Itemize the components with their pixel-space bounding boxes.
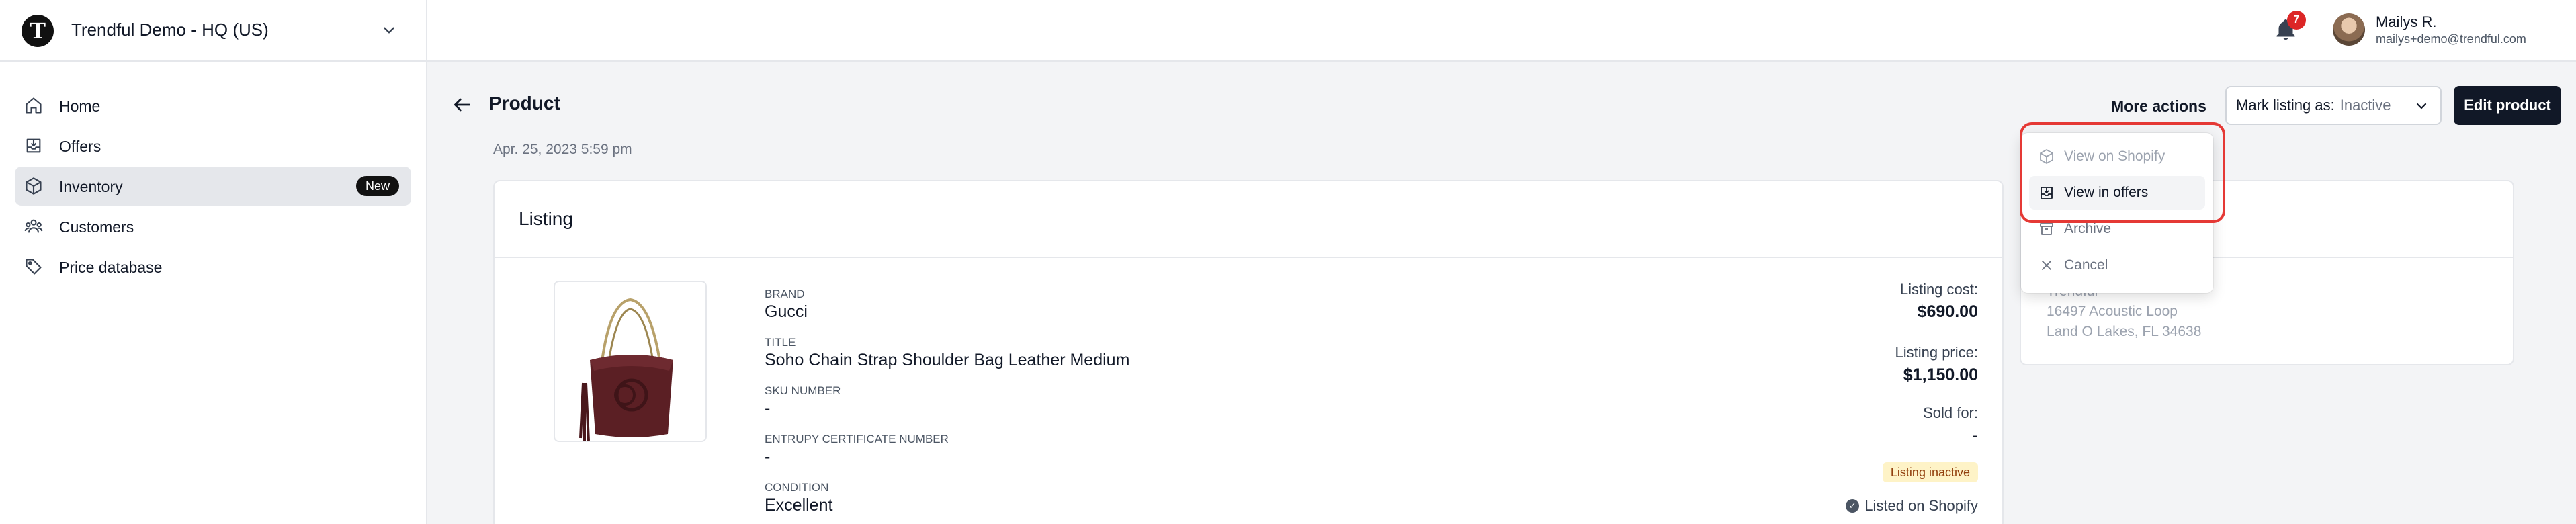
handbag-image	[579, 298, 673, 441]
more-actions-menu: View on Shopify View in offers Archive C…	[2021, 133, 2213, 293]
mark-listing-value: Inactive	[2339, 97, 2391, 114]
sold-for-label: Sold for:	[1923, 404, 1978, 421]
condition-value: Excellent	[765, 496, 833, 515]
product-image[interactable]	[554, 281, 707, 442]
divider	[495, 257, 2002, 258]
sidebar: Home Offers Inventory New Customers Pric…	[0, 62, 427, 524]
new-badge: New	[355, 176, 399, 196]
menu-item-label: Archive	[2064, 221, 2112, 236]
user-name: Mailys R.	[2376, 13, 2437, 30]
sidebar-item-label: Home	[59, 97, 101, 115]
sku-value: -	[765, 399, 771, 418]
notification-badge: 7	[2287, 11, 2306, 30]
tag-icon	[26, 259, 42, 275]
entrupy-label: ENTRUPY CERTIFICATE NUMBER	[765, 433, 949, 445]
archive-icon	[2040, 223, 2053, 235]
sold-for-value: -	[1972, 426, 1978, 445]
sidebar-item-customers[interactable]: Customers	[15, 207, 411, 246]
sidebar-item-label: Inventory	[59, 178, 123, 195]
sidebar-item-label: Offers	[59, 138, 101, 155]
menu-item-label: View in offers	[2064, 185, 2149, 200]
menu-item-label: Cancel	[2064, 257, 2108, 273]
listing-card: Listing BRAND Gucci TITLE Soho Chain Str…	[493, 180, 2004, 524]
listing-cost-label: Listing cost:	[1899, 281, 1978, 298]
check-icon: ✓	[1846, 499, 1860, 513]
page-title: Product	[489, 93, 560, 114]
chevron-down-icon	[2416, 103, 2427, 110]
menu-item-view-on-shopify[interactable]: View on Shopify	[2029, 140, 2205, 173]
address-line-2: Land O Lakes, FL 34638	[2047, 324, 2202, 339]
sku-label: SKU NUMBER	[765, 384, 841, 397]
menu-item-archive[interactable]: Archive	[2029, 212, 2205, 246]
listed-on-shopify: ✓ Listed on Shopify	[1846, 497, 1978, 515]
user-email: mailys+demo@trendful.com	[2376, 32, 2526, 46]
sidebar-item-price-database[interactable]: Price database	[15, 247, 411, 286]
sidebar-item-home[interactable]: Home	[15, 86, 411, 125]
inbox-icon	[2041, 187, 2053, 199]
brand-value: Gucci	[765, 302, 808, 321]
users-icon	[24, 219, 43, 233]
condition-label: CONDITION	[765, 481, 829, 494]
listed-on-label: Listed on Shopify	[1864, 497, 1978, 514]
inbox-icon	[26, 138, 41, 153]
menu-item-cancel[interactable]: Cancel	[2029, 249, 2205, 282]
sidebar-item-inventory[interactable]: Inventory New	[15, 167, 411, 206]
top-bar: T Trendful Demo - HQ (US) 7 Mailys R. ma…	[0, 0, 2576, 62]
mark-listing-label: Mark listing as:	[2236, 97, 2335, 114]
mark-listing-select[interactable]: Mark listing as: Inactive	[2225, 86, 2442, 125]
box-icon	[26, 177, 42, 195]
listing-title: Listing	[519, 208, 573, 229]
org-name: Trendful Demo - HQ (US)	[71, 19, 269, 40]
more-actions-button[interactable]: More actions	[2099, 87, 2219, 125]
chevron-down-icon[interactable]	[380, 21, 398, 39]
cube-icon	[2040, 149, 2053, 164]
menu-item-label: View on Shopify	[2064, 148, 2165, 164]
listing-cost-value: $690.00	[1917, 302, 1978, 321]
close-icon	[2042, 261, 2051, 270]
sidebar-item-label: Customers	[59, 218, 134, 236]
menu-item-view-in-offers[interactable]: View in offers	[2029, 176, 2205, 210]
org-switcher[interactable]: T Trendful Demo - HQ (US)	[0, 0, 427, 62]
edit-product-button[interactable]: Edit product	[2454, 86, 2561, 125]
listing-price-value: $1,150.00	[1903, 365, 1978, 384]
entrupy-value: -	[765, 447, 771, 466]
address-line-1: 16497 Acoustic Loop	[2047, 304, 2178, 319]
avatar[interactable]	[2333, 13, 2365, 46]
listing-price-label: Listing price:	[1895, 344, 1978, 361]
home-icon	[26, 97, 42, 114]
back-arrow-icon[interactable]	[452, 94, 473, 116]
title-label: TITLE	[765, 336, 796, 349]
sidebar-item-label: Price database	[59, 259, 163, 276]
page-date: Apr. 25, 2023 5:59 pm	[493, 142, 632, 157]
sidebar-item-offers[interactable]: Offers	[15, 126, 411, 165]
brand-label: BRAND	[765, 288, 805, 300]
status-badge: Listing inactive	[1882, 462, 1978, 482]
org-logo: T	[22, 15, 54, 47]
title-value: Soho Chain Strap Shoulder Bag Leather Me…	[765, 351, 1130, 369]
